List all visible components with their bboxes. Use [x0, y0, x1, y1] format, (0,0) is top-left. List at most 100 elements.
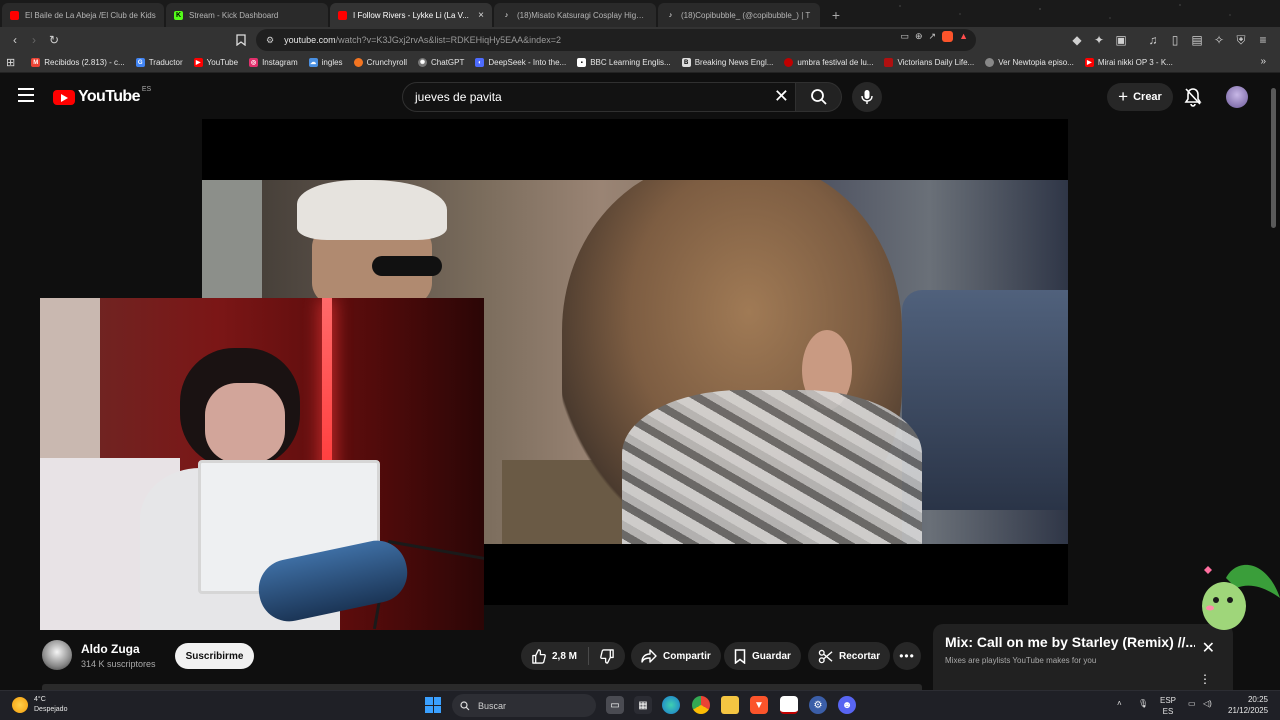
- network-icon[interactable]: ▭: [1188, 699, 1196, 708]
- wallet-icon[interactable]: ▤: [1188, 31, 1206, 49]
- bookmark-label: umbra festival de lu...: [797, 58, 874, 67]
- bookmark-icon[interactable]: [232, 31, 250, 49]
- music-icon[interactable]: ♫: [1144, 31, 1162, 49]
- create-button[interactable]: + Crear: [1107, 83, 1173, 111]
- voice-search-button[interactable]: [852, 82, 882, 112]
- more-vertical-icon[interactable]: ⋮: [1199, 672, 1211, 686]
- vpn-icon[interactable]: ⛨: [1232, 31, 1250, 49]
- mix-title[interactable]: Mix: Call on me by Starley (Remix) //...: [945, 634, 1195, 650]
- bookmark-umbra[interactable]: umbra festival de lu...: [784, 58, 873, 67]
- page-scrollbar[interactable]: [1271, 88, 1276, 228]
- tab-title: (18)Misato Katsuragi Cosplay Highlig: [517, 10, 648, 20]
- extension-diamond-icon[interactable]: ◆: [1068, 31, 1086, 49]
- bookmark-breaking-news[interactable]: B Breaking News Engl...: [681, 58, 773, 67]
- like-count: 2,8 M: [552, 650, 578, 662]
- new-tab-button[interactable]: +: [826, 5, 846, 25]
- youtube-icon: ▶: [1084, 58, 1094, 67]
- tray-chevron-icon[interactable]: ˄: [1117, 699, 1122, 708]
- tab-i-follow-rivers[interactable]: I Follow Rivers - Lykke Li (La V... ×: [330, 3, 492, 27]
- bookmark-traductor[interactable]: G Traductor: [135, 58, 183, 67]
- subscribe-button[interactable]: Suscribirme: [175, 643, 254, 669]
- tab-kick-dashboard[interactable]: K Stream - Kick Dashboard: [166, 3, 328, 27]
- save-bookmark-icon: [734, 648, 746, 664]
- reload-icon[interactable]: ↻: [45, 31, 63, 49]
- more-actions-button[interactable]: •••: [893, 642, 921, 670]
- brave-rewards-icon[interactable]: ▲: [959, 31, 968, 42]
- taskbar-search-label: Buscar: [478, 700, 507, 711]
- search-query: jueves de pavita: [415, 90, 502, 104]
- file-explorer-icon[interactable]: [721, 696, 739, 714]
- screen-icon[interactable]: ▭: [900, 31, 909, 42]
- user-avatar[interactable]: [1226, 86, 1248, 108]
- bookmark-newtopia[interactable]: Ver Newtopia episo...: [985, 58, 1074, 67]
- bookmark-ingles[interactable]: ☁ ingles: [308, 58, 343, 67]
- bookmark-bbc[interactable]: ▪ BBC Learning Englis...: [577, 58, 671, 67]
- volume-icon[interactable]: ◁): [1203, 699, 1212, 708]
- mix-playlist-panel[interactable]: Mix: Call on me by Starley (Remix) //...…: [933, 624, 1233, 690]
- notifications-bell-icon[interactable]: [1184, 87, 1202, 107]
- chrome-icon[interactable]: [692, 696, 710, 714]
- bookmark-chatgpt[interactable]: ✺ ChatGPT: [418, 58, 464, 67]
- site-info-icon[interactable]: ⚙: [266, 35, 274, 46]
- bookmark-deepseek[interactable]: ◐ DeepSeek - Into the...: [475, 58, 566, 67]
- webcam-person-face: [205, 383, 285, 463]
- address-bar[interactable]: ⚙ youtube.com/watch?v=K3JGxj2rvAs&list=R…: [256, 29, 976, 51]
- sidebar-icon[interactable]: ▯: [1166, 31, 1184, 49]
- menu-icon[interactable]: [18, 88, 34, 102]
- bookmark-mirai-nikki[interactable]: ▶ Mirai nikki OP 3 - K...: [1084, 58, 1173, 67]
- discord-icon[interactable]: ☻: [838, 696, 856, 714]
- bookmark-youtube[interactable]: ▶ YouTube: [193, 58, 238, 67]
- windows-start-icon[interactable]: [425, 697, 441, 713]
- zoom-icon[interactable]: ⊕: [915, 31, 923, 42]
- apps-grid-icon[interactable]: ⊞: [6, 56, 15, 69]
- channel-avatar[interactable]: [42, 640, 72, 670]
- chikorita-sticker: [1202, 564, 1280, 630]
- task-view-icon[interactable]: ▭: [606, 696, 624, 714]
- channel-name[interactable]: Aldo Zuga: [81, 642, 140, 656]
- share-icon[interactable]: ↗: [929, 31, 937, 42]
- microphone-tray-icon[interactable]: 🎙: [1138, 699, 1148, 708]
- tab-misato-cosplay[interactable]: ♪ (18)Misato Katsuragi Cosplay Highlig: [494, 3, 656, 27]
- extensions-icon[interactable]: ✧: [1210, 31, 1228, 49]
- brave-icon[interactable]: ▼: [750, 696, 768, 714]
- clip-button[interactable]: Recortar: [808, 642, 891, 670]
- youtube-logo[interactable]: YouTube ES: [53, 86, 151, 106]
- extension-puzzle-icon[interactable]: ✦: [1090, 31, 1108, 49]
- weather-widget[interactable]: 4°C Despejado: [12, 695, 67, 715]
- document-app-icon[interactable]: [780, 696, 798, 714]
- bookmark-gmail[interactable]: M Recibidos (2.813) - c...: [31, 58, 125, 67]
- save-button[interactable]: Guardar: [724, 642, 801, 670]
- mix-subtitle: Mixes are playlists YouTube makes for yo…: [945, 656, 1097, 665]
- back-icon[interactable]: ‹: [6, 31, 24, 49]
- webcam-door: [40, 298, 100, 458]
- extension-screenshot-icon[interactable]: ▣: [1112, 31, 1130, 49]
- system-clock[interactable]: 20:25 21/12/2025: [1228, 694, 1268, 716]
- dislike-button[interactable]: [589, 648, 625, 664]
- microsoft-store-icon[interactable]: ▦: [634, 696, 652, 714]
- bookmark-instagram[interactable]: ◎ Instagram: [249, 58, 298, 67]
- taskbar-search[interactable]: Buscar: [452, 694, 596, 717]
- browser-tab-strip: El Baile de La Abeja /El Club de Kids K …: [0, 0, 1280, 27]
- bookmark-victorians[interactable]: Victorians Daily Life...: [884, 58, 974, 67]
- settings-gear-icon[interactable]: ⚙: [809, 696, 827, 714]
- chatgpt-icon: ✺: [418, 58, 428, 67]
- clear-search-icon[interactable]: ✕: [774, 86, 789, 107]
- more-bookmarks-icon[interactable]: »: [1260, 56, 1266, 67]
- brave-shields-icon[interactable]: [942, 31, 954, 42]
- edge-icon[interactable]: [662, 696, 680, 714]
- like-button[interactable]: 2,8 M: [521, 647, 589, 665]
- close-tab-icon[interactable]: ×: [478, 10, 484, 21]
- share-button[interactable]: Compartir: [631, 642, 721, 670]
- man-sunglasses: [372, 256, 442, 276]
- search-input[interactable]: jueves de pavita ✕: [402, 82, 796, 112]
- url-path: /watch?v=K3JGxj2rvAs&list=RDKEHiqHy5EAA&…: [335, 35, 561, 45]
- clock-date: 21/12/2025: [1228, 706, 1269, 715]
- tab-copibubble[interactable]: ♪ (18)Copibubble_ (@copibubble_) | T: [658, 3, 820, 27]
- language-indicator[interactable]: ESP ES: [1160, 695, 1176, 717]
- tab-el-baile-de-la-abeja[interactable]: El Baile de La Abeja /El Club de Kids: [2, 3, 164, 27]
- bookmark-label: Traductor: [148, 58, 183, 67]
- menu-icon[interactable]: ≡: [1254, 31, 1272, 49]
- search-button[interactable]: [796, 82, 842, 112]
- forward-icon[interactable]: ›: [25, 31, 43, 49]
- bookmark-crunchyroll[interactable]: Crunchyroll: [353, 58, 407, 67]
